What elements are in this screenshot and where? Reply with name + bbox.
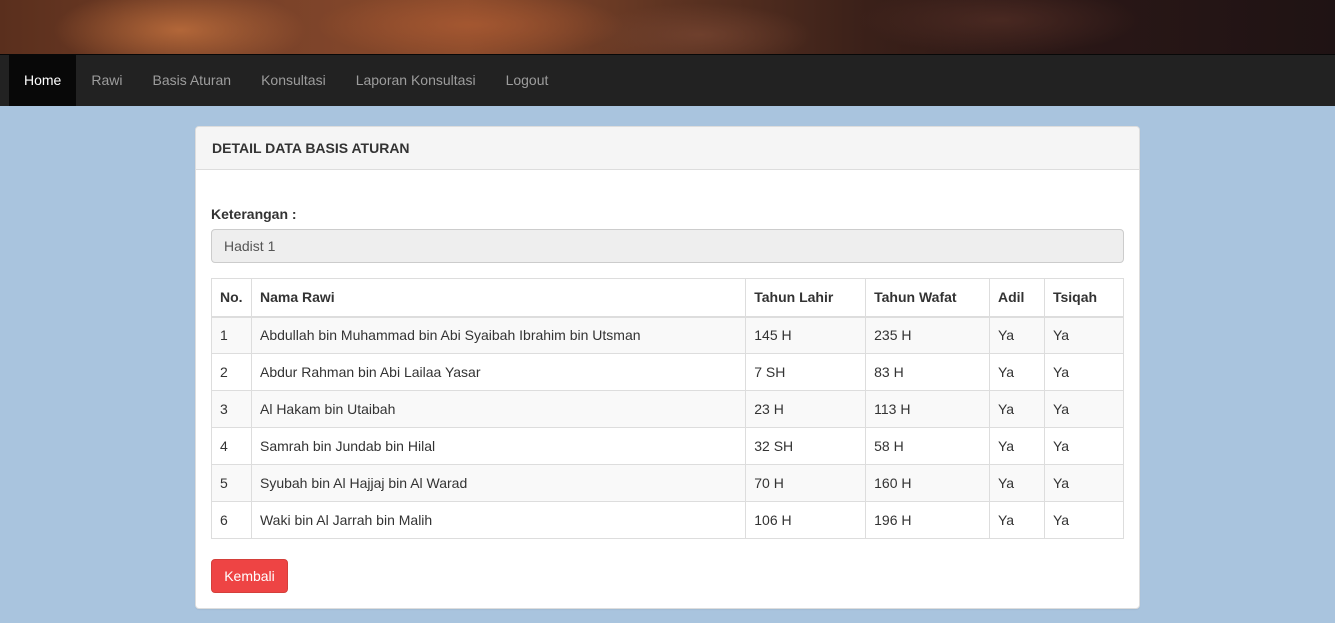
nav-link-konsultasi[interactable]: Konsultasi [246,55,341,106]
cell-tahun-wafat: 235 H [865,316,990,354]
cell-tahun-wafat: 196 H [865,501,990,539]
column-header-tahun-lahir: Tahun Lahir [745,278,867,318]
cell-tahun-wafat: 113 H [865,390,990,428]
cell-adil: Ya [989,464,1045,502]
nav-item-basis-aturan[interactable]: Basis Aturan [137,55,246,106]
cell-no: 4 [211,427,252,465]
cell-adil: Ya [989,390,1045,428]
cell-tahun-lahir: 106 H [745,501,867,539]
cell-tsiqah: Ya [1043,316,1125,354]
nav-item-konsultasi[interactable]: Konsultasi [246,55,341,106]
cell-tahun-wafat: 58 H [865,427,990,465]
cell-tahun-lahir: 23 H [745,390,867,428]
cell-tsiqah: Ya [1043,501,1125,539]
detail-panel: DETAIL DATA BASIS ATURAN Keterangan : Ha… [195,126,1140,609]
column-header-adil: Adil [989,278,1045,318]
rawi-table: No. Nama Rawi Tahun Lahir Tahun Wafat Ad… [211,278,1125,539]
table-row: 3 Al Hakam bin Utaibah 23 H 113 H Ya Ya [211,390,1125,428]
cell-nama-rawi: Abdullah bin Muhammad bin Abi Syaibah Ib… [250,316,747,354]
nav-link-laporan-konsultasi[interactable]: Laporan Konsultasi [341,55,491,106]
cell-nama-rawi: Syubah bin Al Hajjaj bin Al Warad [250,464,747,502]
cell-tsiqah: Ya [1043,427,1125,465]
cell-adil: Ya [989,353,1045,391]
cell-no: 6 [211,501,252,539]
column-header-no: No. [211,278,252,318]
keterangan-label: Keterangan : [211,206,297,222]
column-header-tahun-wafat: Tahun Wafat [865,278,990,318]
cell-tahun-lahir: 32 SH [745,427,867,465]
cell-no: 1 [211,316,252,354]
column-header-nama-rawi: Nama Rawi [250,278,747,318]
cell-adil: Ya [989,316,1045,354]
cell-tahun-wafat: 160 H [865,464,990,502]
cell-tahun-lahir: 7 SH [745,353,867,391]
cell-nama-rawi: Waki bin Al Jarrah bin Malih [250,501,747,539]
cell-tahun-wafat: 83 H [865,353,990,391]
cell-tsiqah: Ya [1043,390,1125,428]
table-row: 6 Waki bin Al Jarrah bin Malih 106 H 196… [211,501,1125,539]
cell-tahun-lahir: 145 H [745,316,867,354]
nav-link-home[interactable]: Home [9,55,77,106]
panel-title: DETAIL DATA BASIS ATURAN [196,127,1139,170]
nav-item-logout[interactable]: Logout [491,55,564,106]
cell-tsiqah: Ya [1043,353,1125,391]
table-row: 1 Abdullah bin Muhammad bin Abi Syaibah … [211,316,1125,354]
cell-no: 2 [211,353,252,391]
column-header-tsiqah: Tsiqah [1043,278,1125,318]
cell-nama-rawi: Abdur Rahman bin Abi Lailaa Yasar [250,353,747,391]
nav-link-basis-aturan[interactable]: Basis Aturan [137,55,246,106]
table-row: 2 Abdur Rahman bin Abi Lailaa Yasar 7 SH… [211,353,1125,391]
kembali-button[interactable]: Kembali [211,559,288,593]
nav-item-home[interactable]: Home [9,55,77,106]
cell-adil: Ya [989,501,1045,539]
top-navbar: Home Rawi Basis Aturan Konsultasi Lapora… [0,54,1335,106]
cell-no: 3 [211,390,252,428]
keterangan-field: Hadist 1 [211,229,1124,263]
nav-item-rawi[interactable]: Rawi [76,55,137,106]
cell-adil: Ya [989,427,1045,465]
header-banner-image [0,0,1335,54]
nav-item-laporan-konsultasi[interactable]: Laporan Konsultasi [341,55,491,106]
cell-no: 5 [211,464,252,502]
nav-link-rawi[interactable]: Rawi [76,55,137,106]
cell-nama-rawi: Al Hakam bin Utaibah [250,390,747,428]
table-row: 5 Syubah bin Al Hajjaj bin Al Warad 70 H… [211,464,1125,502]
nav-link-logout[interactable]: Logout [491,55,564,106]
cell-nama-rawi: Samrah bin Jundab bin Hilal [250,427,747,465]
cell-tahun-lahir: 70 H [745,464,867,502]
table-header-row: No. Nama Rawi Tahun Lahir Tahun Wafat Ad… [211,278,1125,318]
cell-tsiqah: Ya [1043,464,1125,502]
table-row: 4 Samrah bin Jundab bin Hilal 32 SH 58 H… [211,427,1125,465]
